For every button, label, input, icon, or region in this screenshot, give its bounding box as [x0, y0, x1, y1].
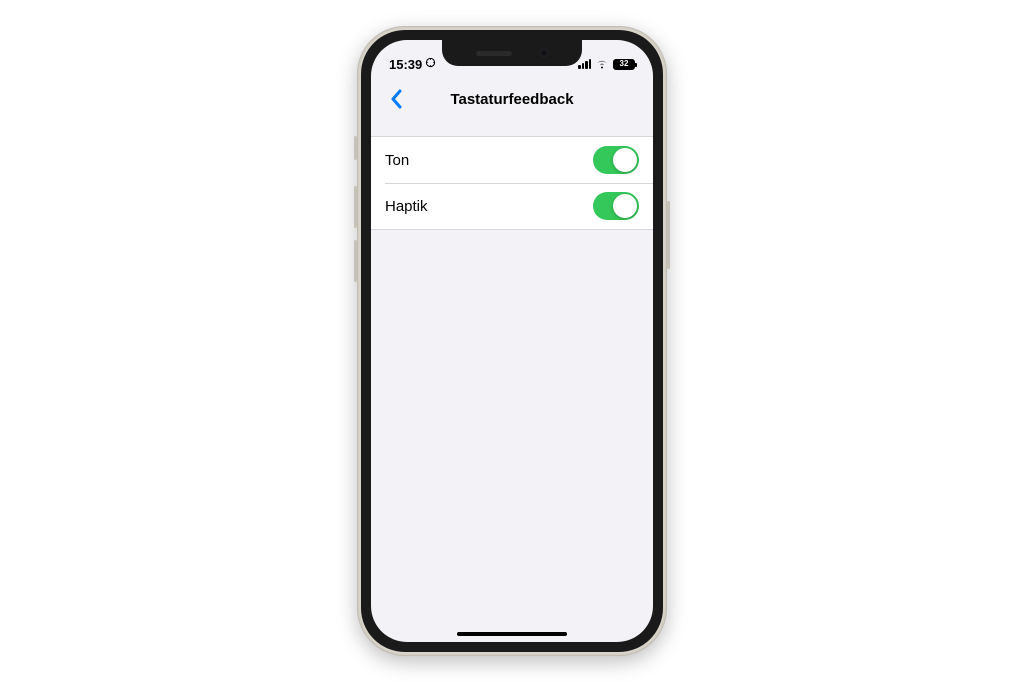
notch	[442, 40, 582, 66]
settings-group: Ton Haptik	[371, 136, 653, 230]
nav-header: Tastaturfeedback	[371, 80, 653, 118]
phone-frame: 15:39	[357, 26, 667, 656]
power-button[interactable]	[667, 201, 670, 269]
wifi-icon	[595, 57, 609, 72]
location-icon	[425, 57, 436, 71]
settings-row-ton: Ton	[371, 137, 653, 183]
back-button[interactable]	[379, 82, 413, 116]
phone-bezel: 15:39	[361, 30, 663, 652]
battery-indicator: 32	[613, 59, 635, 70]
toggle-haptik[interactable]	[593, 192, 639, 220]
volume-up-button[interactable]	[354, 186, 357, 228]
silence-switch[interactable]	[354, 136, 357, 160]
row-label-haptik: Haptik	[385, 198, 428, 215]
toggle-knob	[613, 194, 637, 218]
status-right: 32	[575, 57, 635, 72]
status-left: 15:39	[389, 57, 449, 72]
page-title: Tastaturfeedback	[371, 91, 653, 108]
earpiece-speaker	[476, 51, 512, 56]
row-label-ton: Ton	[385, 152, 409, 169]
front-camera	[540, 49, 548, 57]
settings-row-haptik: Haptik	[371, 183, 653, 229]
chevron-left-icon	[390, 89, 402, 109]
toggle-knob	[613, 148, 637, 172]
cellular-signal-icon	[578, 59, 591, 69]
battery-level-text: 32	[620, 60, 629, 68]
screen: 15:39	[371, 40, 653, 642]
toggle-ton[interactable]	[593, 146, 639, 174]
volume-down-button[interactable]	[354, 240, 357, 282]
home-indicator[interactable]	[457, 632, 567, 636]
clock-text: 15:39	[389, 57, 422, 72]
